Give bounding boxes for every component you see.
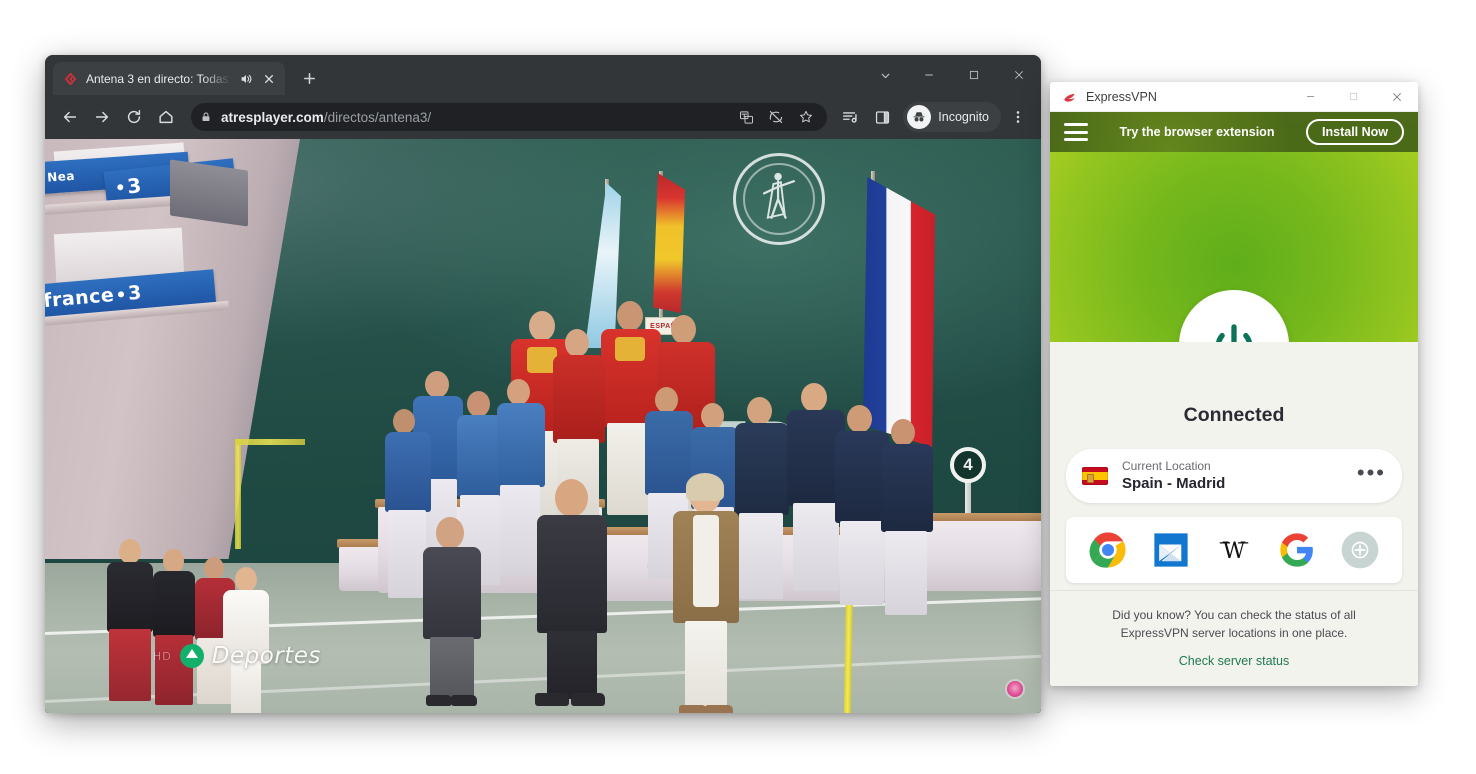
new-tab-button[interactable] <box>295 64 323 92</box>
footer-line-1: Did you know? You can check the status o… <box>1112 608 1356 623</box>
banner-text: Try the browser extension <box>1119 125 1275 139</box>
home-icon[interactable] <box>151 102 181 132</box>
maximize-button[interactable] <box>951 58 996 92</box>
current-location-label: Current Location <box>1122 458 1211 473</box>
window-controls <box>864 57 1041 93</box>
close-window-button[interactable] <box>996 58 1041 92</box>
yellow-rail-left <box>235 439 305 445</box>
star-icon[interactable] <box>793 104 819 130</box>
back-arrow-icon[interactable] <box>55 102 85 132</box>
address-bar[interactable]: atresplayer.com/directos/antena3/ <box>191 103 828 131</box>
channel-corner-logo-icon <box>1007 681 1023 697</box>
minimize-button[interactable] <box>906 58 951 92</box>
third-party-cookie-blocked-icon[interactable] <box>763 104 789 130</box>
translate-icon[interactable] <box>733 104 759 130</box>
vpn-body: Connected Current Location Spain - Madri… <box>1050 342 1418 686</box>
footer-line-2: ExpressVPN server locations in one place… <box>1120 625 1348 640</box>
shortcuts-row: W <box>1066 517 1402 583</box>
add-shortcut[interactable] <box>1338 528 1382 572</box>
tab-search-button[interactable] <box>864 58 906 92</box>
reading-list-icon[interactable] <box>835 102 865 132</box>
vpn-title-bar: ExpressVPN <box>1050 82 1418 112</box>
vpn-window-title: ExpressVPN <box>1086 89 1157 104</box>
tab-close-icon[interactable] <box>261 71 277 87</box>
vpn-minimize-button[interactable] <box>1289 82 1332 112</box>
svg-text:W: W <box>1223 538 1246 564</box>
location-text-group: Current Location Spain - Madrid <box>1122 459 1357 494</box>
google-shortcut[interactable] <box>1275 528 1319 572</box>
power-button-icon[interactable] <box>1179 290 1289 342</box>
wikipedia-shortcut[interactable]: W <box>1212 528 1256 572</box>
incognito-hat-icon <box>907 105 932 129</box>
vpn-hero-area <box>1050 152 1418 342</box>
vpn-maximize-button[interactable] <box>1332 82 1375 112</box>
lock-icon <box>199 110 213 124</box>
browser-tab[interactable]: Antena 3 en directo: Todas la <box>53 62 285 95</box>
tab-title: Antena 3 en directo: Todas la <box>86 71 231 86</box>
reload-icon[interactable] <box>119 102 149 132</box>
hd-label: HD <box>153 649 172 663</box>
screenshot-root: Antena 3 en directo: Todas la atresplaye… <box>0 0 1476 774</box>
current-location-card[interactable]: Current Location Spain - Madrid ••• <box>1066 449 1402 503</box>
expressvpn-window: ExpressVPN Try the browser extension Ins… <box>1050 82 1418 686</box>
biarritz-club-emblem <box>733 153 825 245</box>
incognito-label: Incognito <box>938 110 989 124</box>
antena3-favicon <box>63 71 79 87</box>
spain-flag-icon <box>1082 467 1108 485</box>
url-domain: atresplayer.com <box>221 109 324 125</box>
tab-strip: Antena 3 en directo: Todas la <box>45 55 1041 95</box>
forward-arrow-icon[interactable] <box>87 102 117 132</box>
mail-shortcut[interactable] <box>1149 528 1193 572</box>
check-server-status-link[interactable]: Check server status <box>1074 654 1394 668</box>
connection-status: Connected <box>1183 404 1285 426</box>
incognito-indicator[interactable]: Incognito <box>903 102 1001 132</box>
speaker-box <box>170 159 248 227</box>
kebab-menu-icon[interactable] <box>1005 102 1031 132</box>
expressvpn-logo-icon <box>1062 89 1078 105</box>
url-path: /directos/antena3/ <box>323 109 432 125</box>
video-player[interactable]: FRE Nea 3 france3 ESPAÑA 4 <box>45 139 1041 713</box>
vpn-footer: Did you know? You can check the status o… <box>1050 590 1418 686</box>
court-marker-4: 4 <box>950 447 986 483</box>
side-panel-icon[interactable] <box>867 102 897 132</box>
url-text: atresplayer.com/directos/antena3/ <box>221 110 431 125</box>
channel-watermark: HD Deportes <box>153 643 321 669</box>
yellow-post-left <box>235 439 241 549</box>
hamburger-menu-icon[interactable] <box>1064 123 1088 141</box>
current-location-value: Spain - Madrid <box>1122 474 1226 492</box>
deportes-logo-icon <box>179 644 204 668</box>
speaker-playing-icon[interactable] <box>238 71 254 87</box>
omnibox-actions <box>733 104 819 130</box>
flag-france <box>863 177 935 447</box>
browser-extension-banner: Try the browser extension Install Now <box>1050 112 1418 152</box>
more-options-icon[interactable]: ••• <box>1357 462 1386 484</box>
chrome-shortcut[interactable] <box>1086 528 1130 572</box>
vpn-close-button[interactable] <box>1375 82 1418 112</box>
browser-toolbar: atresplayer.com/directos/antena3/ Incogn… <box>45 95 1041 139</box>
chrome-browser-window: Antena 3 en directo: Todas la atresplaye… <box>45 55 1041 713</box>
install-now-button[interactable]: Install Now <box>1306 119 1404 145</box>
deportes-label: Deportes <box>211 643 321 669</box>
